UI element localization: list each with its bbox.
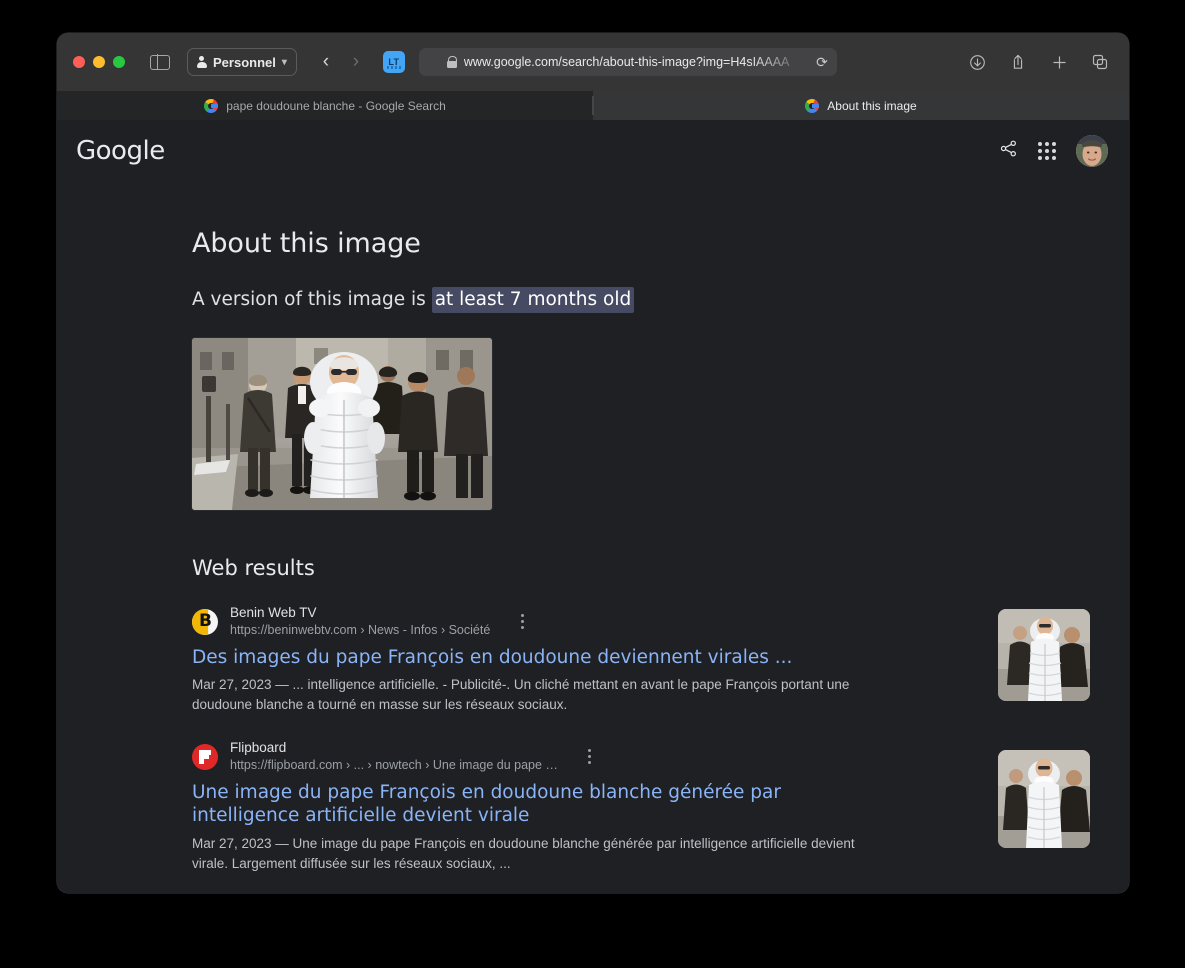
google-favicon-icon (204, 98, 219, 113)
site-name: Benin Web TV (230, 605, 317, 620)
share-icon[interactable] (1003, 48, 1033, 76)
browser-window: Personnel ▾ ‹ › LT www.google.com/search… (57, 33, 1129, 893)
result-header: B Benin Web TV https://beninwebtv.com › … (192, 605, 992, 639)
result-title-link[interactable]: Des images du pape François en doudoune … (192, 646, 882, 670)
result-thumbnail[interactable] (998, 609, 1090, 701)
site-name: Flipboard (230, 740, 287, 756)
web-results-heading: Web results (192, 556, 315, 580)
tab-bar: pape doudoune blanche - Google Search Ab… (57, 91, 1129, 120)
google-logo[interactable]: Google (76, 136, 165, 166)
languagetool-extension-icon[interactable]: LT (382, 51, 405, 73)
tab-label: About this image (827, 98, 917, 113)
result-snippet: Mar 27, 2023 — Une image du pape Françoi… (192, 835, 855, 871)
tab-about-this-image[interactable]: About this image (593, 91, 1129, 120)
minimize-window-button[interactable] (93, 56, 105, 68)
result-item: B Benin Web TV https://beninwebtv.com › … (192, 605, 1090, 715)
result-source: Flipboard https://flipboard.com › ... › … (230, 740, 558, 774)
result-source: Benin Web TV https://beninwebtv.com › Ne… (230, 605, 490, 639)
url-text: www.google.com/search/about-this-image?i… (463, 55, 790, 69)
beninwebtv-favicon: B (192, 608, 218, 635)
result-item: Flipboard https://flipboard.com › ... › … (192, 740, 1090, 874)
verdict-text: A version of this image is at least 7 mo… (192, 287, 1129, 313)
toolbar-right-buttons (962, 33, 1115, 91)
site-url: https://beninwebtv.com › News - Infos › … (230, 622, 491, 637)
main-content: About this image A version of this image… (57, 228, 1129, 874)
maximize-window-button[interactable] (113, 56, 125, 68)
google-favicon-icon (805, 98, 820, 113)
verdict-prefix: A version of this image is (192, 289, 432, 310)
page-title: About this image (192, 228, 421, 259)
apps-grid-icon[interactable] (1038, 142, 1056, 160)
reload-icon[interactable]: ⟳ (816, 54, 828, 71)
close-window-button[interactable] (73, 56, 85, 68)
sidebar-toggle-icon[interactable] (147, 52, 173, 72)
result-snippet: Mar 27, 2023 — ... intelligence artifici… (192, 677, 850, 713)
back-button[interactable]: ‹ (311, 48, 341, 76)
tab-label: pape doudoune blanche - Google Search (226, 98, 446, 113)
tab-overview-icon[interactable] (1085, 48, 1115, 76)
profile-button[interactable]: Personnel ▾ (187, 48, 297, 76)
result-header: Flipboard https://flipboard.com › ... › … (192, 740, 992, 774)
result-options-icon[interactable] (580, 746, 600, 768)
site-url: https://flipboard.com › ... › nowtech › … (230, 757, 558, 772)
extension-label: LT (388, 57, 400, 67)
page-content: Google About this image A version of thi… (57, 120, 1129, 893)
browser-toolbar: Personnel ▾ ‹ › LT www.google.com/search… (57, 33, 1129, 91)
hero-image[interactable] (192, 338, 492, 510)
chevron-down-icon: ▾ (281, 56, 287, 68)
flipboard-favicon (192, 743, 218, 770)
lock-icon (446, 56, 458, 68)
new-tab-icon[interactable] (1044, 48, 1074, 76)
result-options-icon[interactable] (512, 611, 532, 633)
share-icon[interactable] (999, 139, 1018, 163)
address-bar[interactable]: www.google.com/search/about-this-image?i… (418, 48, 837, 76)
tab-google-search[interactable]: pape doudoune blanche - Google Search (57, 91, 593, 120)
downloads-icon[interactable] (962, 48, 992, 76)
person-icon (196, 56, 207, 68)
avatar[interactable] (1076, 135, 1108, 167)
profile-label: Personnel (213, 54, 276, 70)
result-thumbnail[interactable] (998, 750, 1090, 849)
sidebar-glyph (150, 54, 170, 70)
result-title-link[interactable]: Une image du pape François en doudoune b… (192, 781, 882, 828)
forward-button[interactable]: › (341, 48, 371, 76)
header-actions (999, 135, 1108, 167)
verdict-highlight: at least 7 months old (431, 287, 635, 313)
window-controls (73, 56, 125, 68)
google-header: Google (57, 120, 1129, 182)
